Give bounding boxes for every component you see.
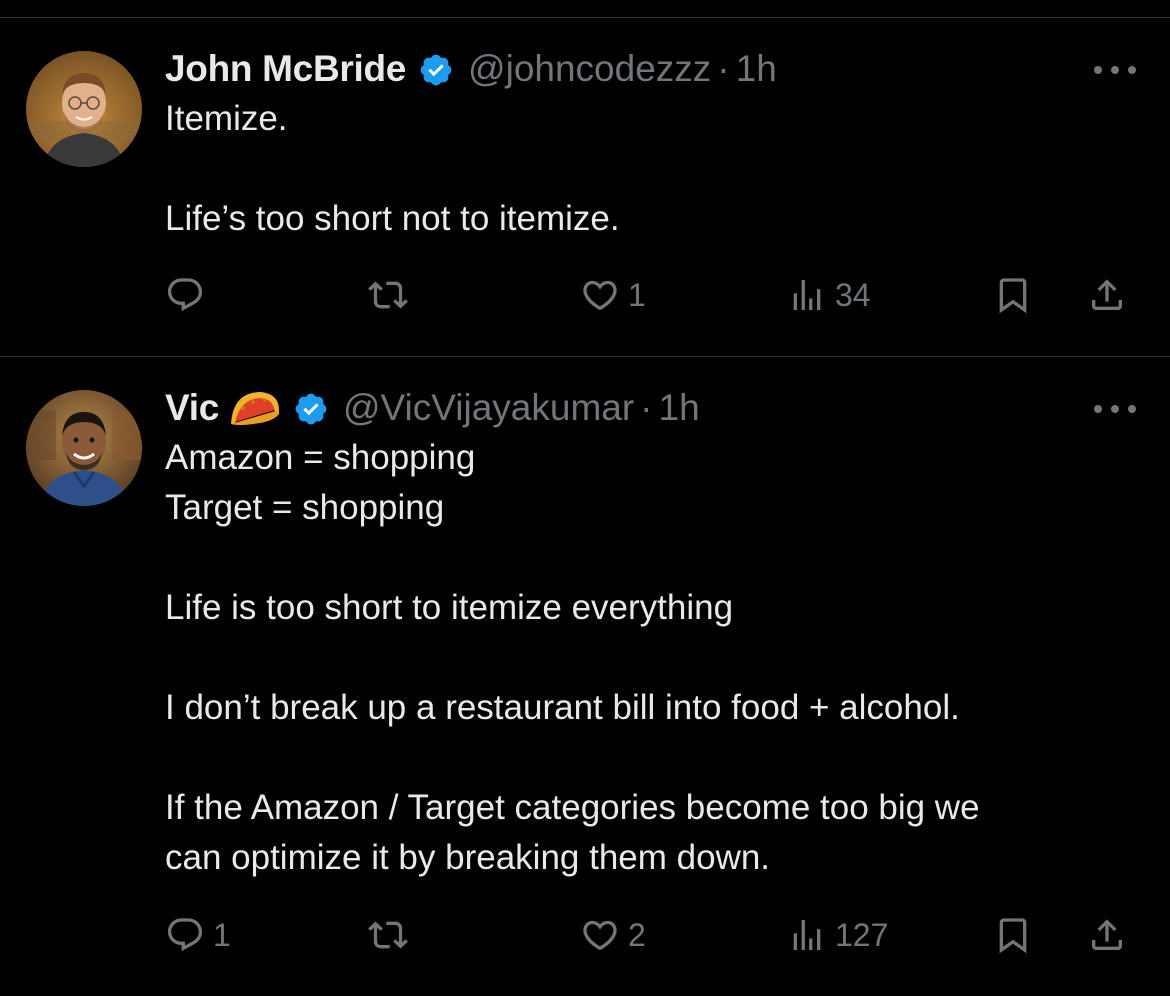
tweet-header: John McBride @johncodezzz · 1h <box>165 44 777 94</box>
tweet-text: Itemize. Life’s too short not to itemize… <box>165 94 1125 244</box>
tweet-text-blank-line <box>165 144 1125 194</box>
tweet-text-line: If the Amazon / Target categories become… <box>165 788 980 827</box>
more-options-icon[interactable] <box>1094 64 1136 76</box>
like-count: 2 <box>628 916 646 953</box>
author-name[interactable]: Vic <box>165 383 219 433</box>
separator-dot: · <box>717 48 730 89</box>
like-button[interactable]: 1 <box>580 270 646 320</box>
tweet-text-line: Life’s too short not to itemize. <box>165 199 620 238</box>
tweet-text-line: Itemize. <box>165 99 288 138</box>
author-handle[interactable]: @johncodezzz <box>468 44 711 94</box>
tweet-john-mcbride[interactable]: John McBride @johncodezzz · 1h Itemize. … <box>0 18 1170 356</box>
share-button[interactable] <box>1087 270 1127 320</box>
bar-chart-icon <box>793 280 821 310</box>
tweet-actions: 1 34 <box>165 270 1145 320</box>
reply-icon <box>167 278 203 312</box>
heart-icon <box>583 280 617 311</box>
tweet-timestamp[interactable]: 1h <box>659 383 700 433</box>
verified-badge-icon <box>293 390 329 426</box>
tweet-header: Vic @VicVijayakumar · 1h <box>165 383 700 433</box>
heart-icon <box>583 920 617 951</box>
person-avatar-icon <box>26 390 142 506</box>
bookmark-icon <box>999 918 1027 954</box>
share-icon <box>1092 279 1122 310</box>
like-count: 1 <box>628 276 646 313</box>
bookmark-icon <box>999 278 1027 314</box>
tweet-timestamp[interactable]: 1h <box>736 44 777 94</box>
tweet-text-line: Life is too short to itemize everything <box>165 588 734 627</box>
bookmark-button[interactable] <box>993 270 1033 320</box>
view-count: 127 <box>835 916 889 953</box>
avatar[interactable] <box>26 390 142 506</box>
tweet-text-line: Amazon = shopping <box>165 438 476 477</box>
reply-icon <box>167 918 203 952</box>
views-button[interactable]: 127 <box>787 910 888 960</box>
tweet-text: Amazon = shopping Target = shopping Life… <box>165 433 1125 883</box>
views-button[interactable]: 34 <box>787 270 871 320</box>
author-handle[interactable]: @VicVijayakumar <box>343 383 634 433</box>
share-icon <box>1092 919 1122 950</box>
tweet-text-line: I don’t break up a restaurant bill into … <box>165 688 960 727</box>
repost-button[interactable] <box>368 270 416 320</box>
reply-button[interactable] <box>165 270 213 320</box>
tweet-text-line: can optimize it by breaking them down. <box>165 838 771 877</box>
tweet-text-line: Target = shopping <box>165 488 445 527</box>
tweet-text-blank-line <box>165 533 1125 583</box>
repost-button[interactable] <box>368 910 416 960</box>
tweet-text-blank-line <box>165 633 1125 683</box>
separator-dot: · <box>640 387 653 428</box>
reply-count: 1 <box>213 916 231 953</box>
avatar[interactable] <box>26 51 142 167</box>
bar-chart-icon <box>793 920 821 950</box>
tweet-text-blank-line <box>165 733 1125 783</box>
like-button[interactable]: 2 <box>580 910 646 960</box>
share-button[interactable] <box>1087 910 1127 960</box>
reply-button[interactable]: 1 <box>165 910 231 960</box>
more-options-icon[interactable] <box>1094 403 1136 415</box>
verified-badge-icon <box>418 51 454 87</box>
repost-icon <box>368 921 408 949</box>
tweet-actions: 1 2 127 <box>165 910 1145 960</box>
view-count: 34 <box>835 276 871 313</box>
taco-icon <box>229 388 281 428</box>
person-avatar-icon <box>26 51 142 167</box>
bookmark-button[interactable] <box>993 910 1033 960</box>
author-name[interactable]: John McBride <box>165 44 406 94</box>
tweet-vic[interactable]: Vic @VicVijayakumar · 1h Amazon = shoppi… <box>0 357 1170 996</box>
repost-icon <box>368 281 408 309</box>
